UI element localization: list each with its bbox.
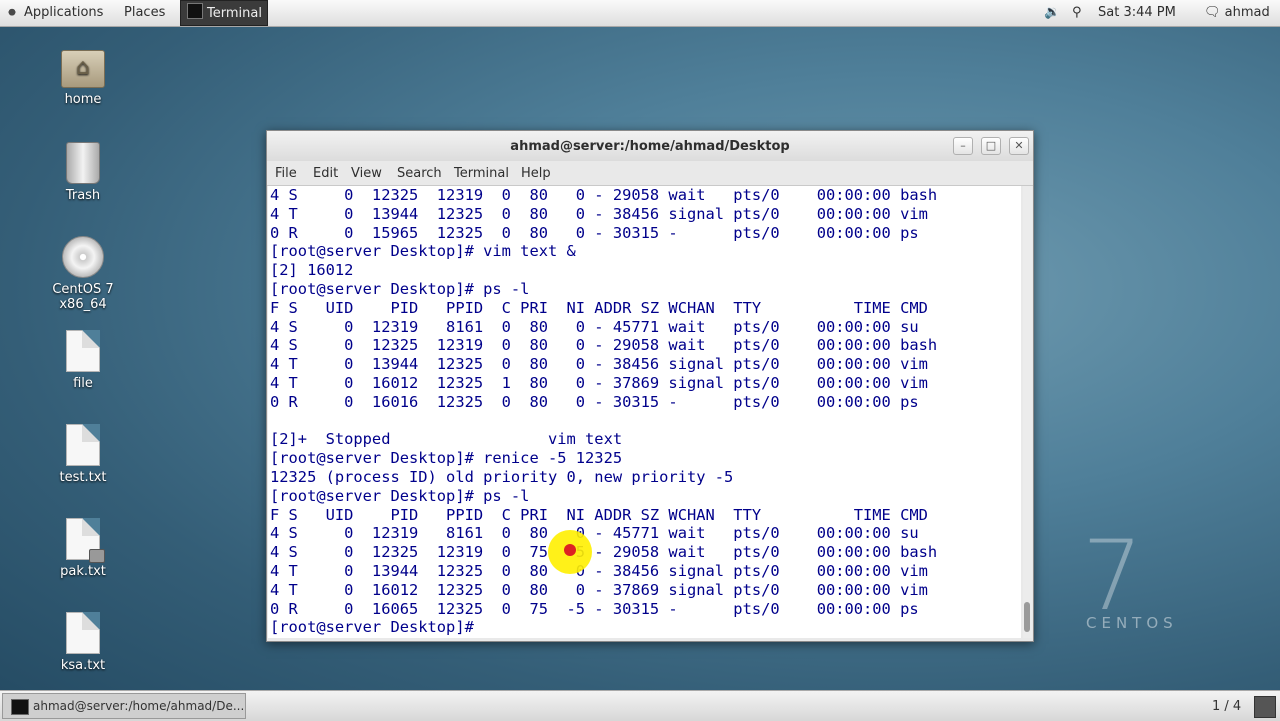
desktop-icon-dvd[interactable]: CentOS 7 x86_64 bbox=[28, 236, 138, 312]
user-icon: 🗨 bbox=[1204, 5, 1225, 20]
top-panel: Applications Places Terminal 🔉 ⚲ Sat 3:4… bbox=[0, 0, 1280, 27]
mouse-cursor-highlight bbox=[548, 530, 592, 574]
file-icon bbox=[66, 612, 100, 654]
terminal-line: [2] 16012 bbox=[270, 261, 354, 280]
terminal-line: 4 T 0 16012 12325 0 80 0 - 37869 signal … bbox=[270, 580, 928, 599]
maximize-button[interactable]: □ bbox=[981, 137, 1001, 155]
close-button[interactable]: ✕ bbox=[1009, 137, 1029, 155]
terminal-line: 4 S 0 12325 12319 0 75 -5 - 29058 wait p… bbox=[270, 543, 938, 562]
desktop-icon-home[interactable]: home bbox=[28, 50, 138, 107]
bottom-panel: ahmad@server:/home/ahmad/De... 1 / 4 bbox=[0, 690, 1280, 721]
home-folder-icon bbox=[61, 50, 105, 88]
menu-search[interactable]: Search bbox=[397, 166, 442, 181]
terminal-line: 4 S 0 12325 12319 0 80 0 - 29058 wait pt… bbox=[270, 336, 938, 355]
scrollbar-thumb[interactable] bbox=[1024, 602, 1030, 632]
desktop-icon-label: CentOS 7 x86_64 bbox=[52, 282, 114, 312]
menu-edit[interactable]: Edit bbox=[313, 166, 338, 181]
terminal-line: 4 S 0 12319 8161 0 80 0 - 45771 wait pts… bbox=[270, 524, 919, 543]
menu-file[interactable]: File bbox=[275, 166, 297, 181]
user-menu[interactable]: 🗨 ahmad bbox=[1204, 0, 1270, 26]
workspace-switcher[interactable] bbox=[1254, 696, 1276, 718]
terminal-line: F S UID PID PPID C PRI NI ADDR SZ WCHAN … bbox=[270, 298, 928, 317]
taskbar-terminal-label: ahmad@server:/home/ahmad/De... bbox=[33, 699, 245, 713]
terminal-line: 4 S 0 12325 12319 0 80 0 - 29058 wait pt… bbox=[270, 186, 938, 204]
desktop-icon-trash[interactable]: Trash bbox=[28, 142, 138, 203]
locked-file-icon bbox=[66, 518, 105, 563]
terminal-line: 4 T 0 13944 12325 0 80 0 - 38456 signal … bbox=[270, 355, 928, 374]
terminal-line: [2]+ Stopped vim text bbox=[270, 430, 623, 449]
centos-logo-word: CENTOS bbox=[1086, 614, 1178, 632]
menu-help[interactable]: Help bbox=[521, 166, 551, 181]
desktop-icon-label: file bbox=[73, 376, 93, 391]
desktop-icon-pak-txt[interactable]: pak.txt bbox=[28, 518, 138, 579]
speaker-icon[interactable]: 🔉 bbox=[1044, 0, 1060, 26]
desktop-icon-label: Trash bbox=[65, 188, 101, 203]
terminal-scrollbar[interactable] bbox=[1023, 186, 1032, 638]
terminal-task-button[interactable]: Terminal bbox=[180, 0, 268, 26]
places-menu[interactable]: Places bbox=[124, 0, 165, 26]
desktop-icon-label: pak.txt bbox=[60, 564, 106, 579]
desktop-icon-label: home bbox=[64, 92, 102, 107]
lock-icon bbox=[89, 549, 105, 563]
terminal-line: F S UID PID PPID C PRI NI ADDR SZ WCHAN … bbox=[270, 505, 928, 524]
terminal-line: [root@server Desktop]# vim text & bbox=[270, 242, 576, 261]
clock[interactable]: Sat 3:44 PM bbox=[1098, 0, 1176, 26]
terminal-line: 0 R 0 16065 12325 0 75 -5 - 30315 - pts/… bbox=[270, 599, 919, 618]
terminal-icon bbox=[187, 3, 203, 19]
desktop-icon-ksa-txt[interactable]: ksa.txt bbox=[28, 612, 138, 673]
terminal-line: [root@server Desktop]# bbox=[270, 618, 484, 637]
terminal-menubar: File Edit View Search Terminal Help bbox=[267, 161, 1033, 186]
terminal-line: 4 T 0 16012 12325 1 80 0 - 37869 signal … bbox=[270, 373, 928, 392]
terminal-line: 4 S 0 12319 8161 0 80 0 - 45771 wait pts… bbox=[270, 317, 919, 336]
terminal-line: 0 R 0 16016 12325 0 80 0 - 30315 - pts/0… bbox=[270, 392, 919, 411]
terminal-line: [root@server Desktop]# ps -l bbox=[270, 279, 530, 298]
minimize-button[interactable]: – bbox=[953, 137, 973, 155]
trash-icon bbox=[66, 142, 100, 184]
menu-terminal[interactable]: Terminal bbox=[454, 166, 509, 181]
menu-view[interactable]: View bbox=[351, 166, 382, 181]
terminal-line: 4 T 0 13944 12325 0 80 0 - 38456 signal … bbox=[270, 204, 928, 223]
desktop-icon-test-txt[interactable]: test.txt bbox=[28, 424, 138, 485]
desktop-icon-label: ksa.txt bbox=[60, 658, 106, 673]
user-name: ahmad bbox=[1224, 5, 1270, 20]
terminal-output[interactable]: 4 S 0 12325 12319 0 80 0 - 29058 wait pt… bbox=[268, 186, 1021, 638]
terminal-line: [root@server Desktop]# renice -5 12325 bbox=[270, 449, 623, 468]
terminal-line: [root@server Desktop]# ps -l bbox=[270, 486, 530, 505]
applications-label: Applications bbox=[24, 5, 104, 20]
gnome-foot-icon bbox=[6, 5, 18, 17]
terminal-line: 0 R 0 15965 12325 0 80 0 - 30315 - pts/0… bbox=[270, 223, 919, 242]
workspace-indicator[interactable]: 1 / 4 bbox=[1212, 699, 1241, 714]
network-icon[interactable]: ⚲ bbox=[1072, 0, 1082, 26]
dvd-icon bbox=[62, 236, 104, 278]
terminal-window[interactable]: ahmad@server:/home/ahmad/Desktop – □ ✕ F… bbox=[266, 130, 1034, 642]
applications-menu[interactable]: Applications bbox=[6, 0, 103, 26]
terminal-icon bbox=[11, 699, 29, 715]
desktop-icon-label: test.txt bbox=[59, 470, 107, 485]
desktop-icon-file[interactable]: file bbox=[28, 330, 138, 391]
terminal-line: 4 T 0 13944 12325 0 80 0 - 38456 signal … bbox=[270, 561, 928, 580]
terminal-titlebar[interactable]: ahmad@server:/home/ahmad/Desktop – □ ✕ bbox=[267, 131, 1033, 161]
terminal-line: 12325 (process ID) old priority 0, new p… bbox=[270, 467, 734, 486]
file-icon bbox=[66, 330, 100, 372]
file-icon bbox=[66, 424, 100, 466]
taskbar-terminal-item[interactable]: ahmad@server:/home/ahmad/De... bbox=[2, 693, 246, 719]
window-title: ahmad@server:/home/ahmad/Desktop bbox=[510, 139, 790, 154]
terminal-task-label: Terminal bbox=[207, 6, 262, 21]
terminal-text: 4 S 0 12325 12319 0 80 0 - 29058 wait pt… bbox=[268, 186, 1021, 637]
